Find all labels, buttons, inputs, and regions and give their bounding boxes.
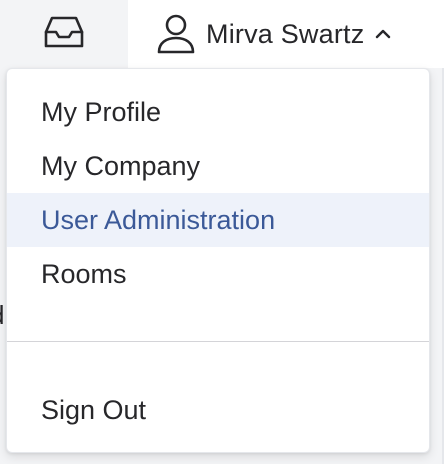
user-name: Mirva Swartz (206, 18, 365, 49)
user-icon (156, 13, 196, 55)
menu-divider (7, 341, 429, 342)
user-menu-button[interactable]: Mirva Swartz (128, 0, 444, 68)
app-window: Mirva Swartz d My Profile My Company Use… (0, 0, 444, 464)
sign-out-button[interactable]: Sign Out (7, 383, 429, 437)
top-bar: Mirva Swartz (0, 0, 444, 68)
inbox-button[interactable] (0, 0, 128, 68)
background-text-fragment: d (0, 300, 4, 331)
chevron-up-icon (374, 28, 392, 40)
menu-item-rooms[interactable]: Rooms (7, 247, 429, 301)
menu-item-my-profile[interactable]: My Profile (7, 85, 429, 139)
inbox-icon (40, 12, 88, 57)
menu-item-user-administration[interactable]: User Administration (7, 193, 429, 247)
menu-item-my-company[interactable]: My Company (7, 139, 429, 193)
user-dropdown-menu: My Profile My Company User Administratio… (6, 68, 430, 453)
